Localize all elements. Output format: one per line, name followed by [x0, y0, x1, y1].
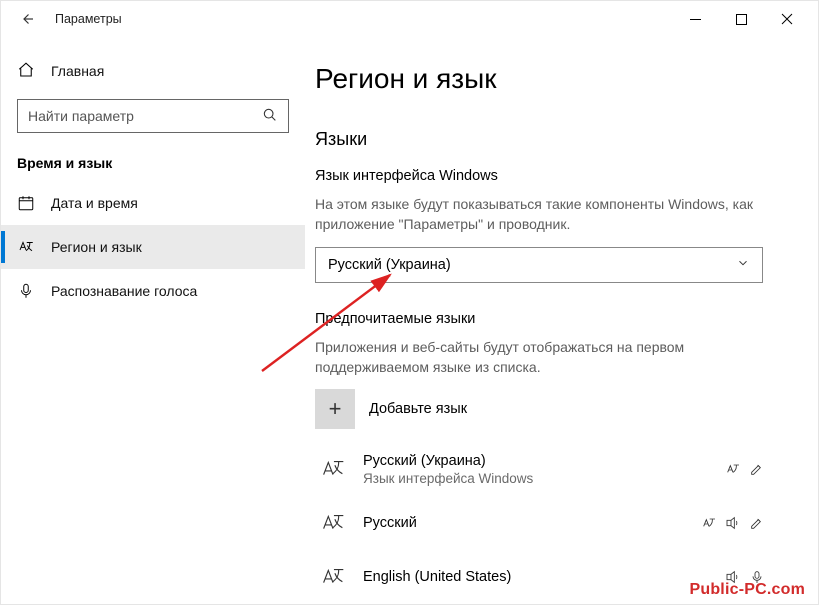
arrow-left-icon [18, 10, 36, 28]
handwriting-icon [749, 515, 765, 531]
search-input[interactable] [28, 108, 256, 124]
language-sub: Язык интерфейса Windows [363, 471, 725, 486]
minimize-icon [690, 14, 701, 25]
sidebar: Главная Время и язык Дата и время [1, 37, 305, 604]
maximize-icon [736, 14, 747, 25]
display-language-icon [725, 461, 741, 477]
search-icon [262, 107, 278, 126]
display-language-title: Язык интерфейса Windows [315, 168, 796, 184]
close-button[interactable] [764, 4, 810, 34]
close-icon [781, 13, 793, 25]
nav-item-speech[interactable]: Распознавание голоса [1, 269, 305, 313]
language-name: Русский [363, 515, 701, 531]
language-glyph-icon [315, 505, 351, 541]
language-feature-icons [725, 461, 765, 477]
back-button[interactable] [13, 5, 41, 33]
language-icon [17, 238, 35, 256]
display-language-icon [701, 515, 717, 531]
nav-group-title: Время и язык [1, 133, 305, 181]
chevron-down-icon [736, 256, 750, 274]
language-glyph-icon [315, 559, 351, 595]
add-language-label: Добавьте язык [369, 401, 467, 417]
nav-item-label: Распознавание голоса [51, 283, 197, 299]
text-to-speech-icon [725, 515, 741, 531]
preferred-languages-title: Предпочитаемые языки [315, 311, 796, 327]
section-languages: Языки [315, 129, 796, 150]
language-item[interactable]: Русский (Украина) Язык интерфейса Window… [315, 451, 765, 487]
nav-home-label: Главная [51, 63, 104, 79]
watermark: Public-PC.com [689, 581, 805, 599]
window-controls [672, 4, 810, 34]
microphone-icon [17, 282, 35, 300]
window-title: Параметры [55, 12, 122, 26]
language-name: Русский (Украина) [363, 453, 725, 469]
language-name: English (United States) [363, 569, 725, 585]
preferred-languages-desc: Приложения и веб-сайты будут отображатьс… [315, 337, 755, 378]
maximize-button[interactable] [718, 4, 764, 34]
language-glyph-icon [315, 451, 351, 487]
nav-item-label: Регион и язык [51, 239, 142, 255]
page-title: Регион и язык [315, 63, 796, 95]
display-language-desc: На этом языке будут показываться такие к… [315, 194, 755, 235]
nav-home[interactable]: Главная [1, 51, 305, 91]
language-feature-icons [701, 515, 765, 531]
nav-item-date-time[interactable]: Дата и время [1, 181, 305, 225]
add-language-row[interactable]: + Добавьте язык [315, 389, 796, 429]
home-icon [17, 61, 35, 82]
nav-item-region-language[interactable]: Регион и язык [1, 225, 305, 269]
titlebar: Параметры [1, 1, 818, 37]
plus-icon: + [329, 396, 342, 422]
language-item[interactable]: Русский [315, 505, 765, 541]
display-language-dropdown[interactable]: Русский (Украина) [315, 247, 763, 283]
calendar-icon [17, 194, 35, 212]
minimize-button[interactable] [672, 4, 718, 34]
nav-item-label: Дата и время [51, 195, 138, 211]
handwriting-icon [749, 461, 765, 477]
add-language-button[interactable]: + [315, 389, 355, 429]
dropdown-value: Русский (Украина) [328, 257, 451, 273]
search-box[interactable] [17, 99, 289, 133]
main-content: Регион и язык Языки Язык интерфейса Wind… [305, 37, 818, 604]
